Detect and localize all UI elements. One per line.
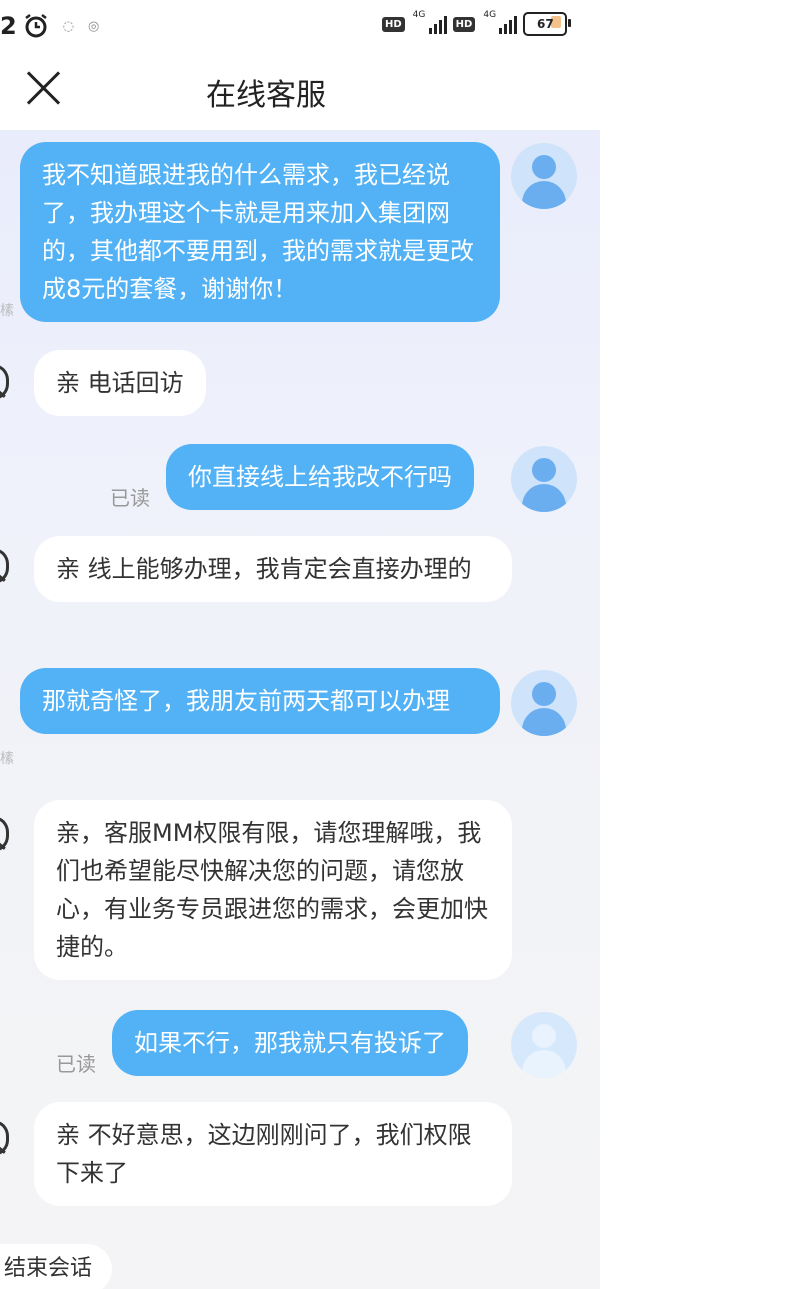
- user-avatar-icon[interactable]: [511, 446, 577, 512]
- status-bar: 2 ◌ ◎ HD 4G HD 4G 67: [0, 0, 600, 56]
- user-message: 你直接线上给我改不行吗: [166, 444, 474, 510]
- app-icon: ◎: [88, 18, 100, 34]
- agent-avatar-icon[interactable]: [0, 810, 14, 860]
- agent-avatar-icon[interactable]: [0, 1114, 14, 1164]
- user-avatar-icon[interactable]: [511, 143, 577, 209]
- read-status: 已读: [56, 1052, 96, 1076]
- header: 在线客服: [0, 56, 600, 130]
- close-icon[interactable]: [24, 68, 64, 108]
- hd-badge: HD: [382, 16, 405, 32]
- signal-icon: 4G: [411, 10, 447, 36]
- page-title: 在线客服: [206, 78, 326, 113]
- chat-area[interactable]: 榡 榡 我不知道跟进我的什么需求，我已经说了，我办理这个卡就是用来加入集团网的，…: [0, 130, 600, 1289]
- user-message: 我不知道跟进我的什么需求，我已经说了，我办理这个卡就是用来加入集团网的，其他都不…: [20, 142, 500, 322]
- agent-message: 亲 电话回访: [34, 350, 206, 416]
- agent-message: 亲 不好意思，这边刚刚问了，我们权限下来了: [34, 1102, 512, 1206]
- agent-message: 亲，客服MM权限有限，请您理解哦，我们也希望能尽快解决您的问题，请您放心，有业务…: [34, 800, 512, 980]
- agent-avatar-icon[interactable]: [0, 542, 14, 592]
- battery-icon: 67: [523, 12, 572, 36]
- user-avatar-icon[interactable]: [511, 670, 577, 736]
- edge-glyph: 榡: [0, 751, 14, 767]
- agent-message: 亲 线上能够办理，我肯定会直接办理的: [34, 536, 512, 602]
- alarm-icon: [24, 14, 47, 38]
- hd-badge-2: HD: [452, 16, 476, 32]
- user-avatar-icon[interactable]: [511, 1012, 577, 1078]
- signal-icon-2: 4G: [481, 10, 518, 36]
- battery-level: 67: [536, 17, 554, 31]
- user-message: 如果不行，那我就只有投诉了: [112, 1010, 468, 1076]
- user-message: 那就奇怪了，我朋友前两天都可以办理: [20, 668, 500, 734]
- status-time: 2: [0, 12, 17, 40]
- end-session-button[interactable]: 结束会话: [0, 1244, 113, 1289]
- edge-glyph: 榡: [0, 303, 14, 319]
- notification-icon: ◌: [62, 18, 75, 34]
- agent-avatar-icon[interactable]: [0, 358, 14, 408]
- read-status: 已读: [110, 486, 150, 510]
